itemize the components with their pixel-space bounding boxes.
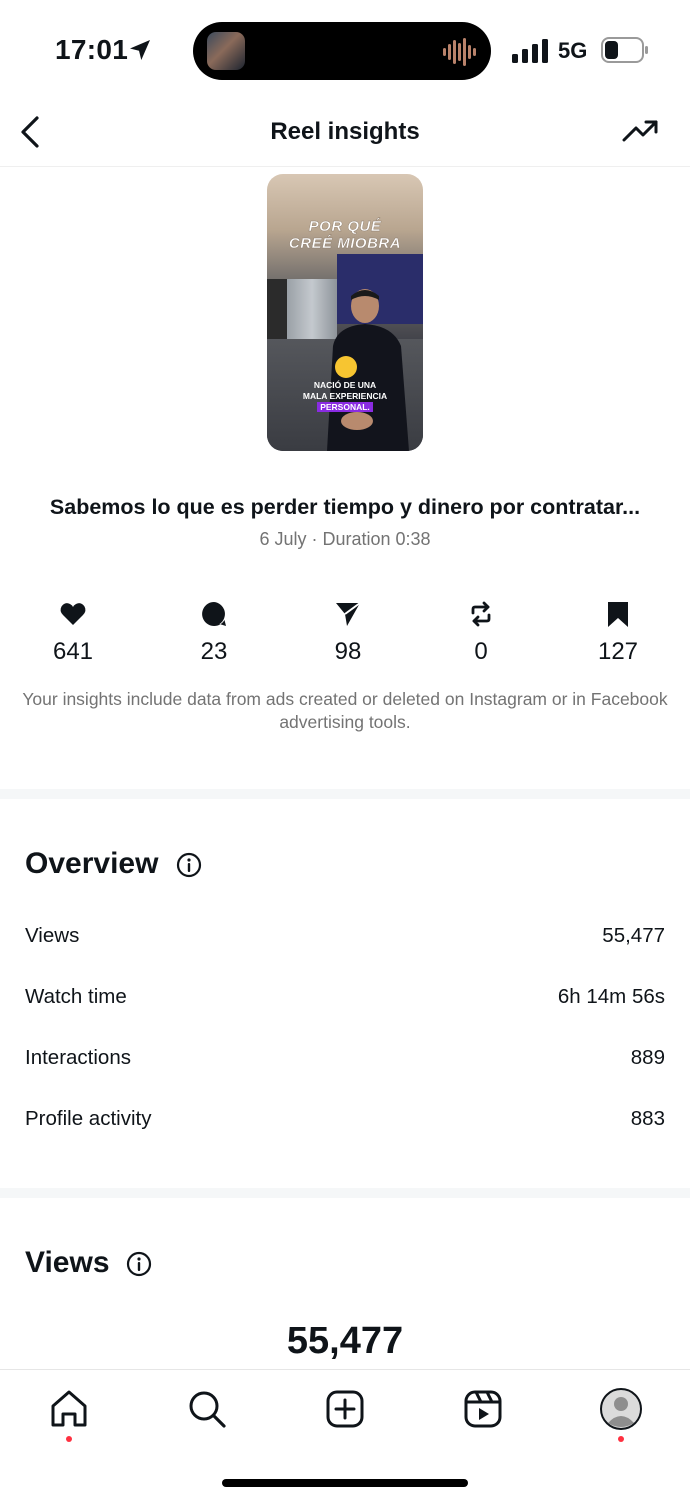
section-divider	[0, 789, 690, 799]
signal-icon	[512, 39, 548, 63]
status-bar: 17:01 5G	[0, 0, 690, 100]
profile-notification-dot	[618, 1436, 624, 1442]
home-icon	[51, 1390, 87, 1427]
stat-saves: 127	[568, 600, 668, 666]
nav-create[interactable]	[323, 1387, 367, 1431]
stat-likes: 641	[23, 600, 123, 666]
views-total: 55,477	[286, 1320, 404, 1362]
thumbnail-caption-line-2: MALA EXPERIENCIA	[302, 391, 388, 401]
row-label: Views	[25, 924, 80, 947]
page-title: Reel insights	[270, 118, 420, 145]
stat-comments: 23	[164, 600, 264, 666]
profile-icon	[600, 1388, 642, 1430]
audio-wave-icon	[443, 38, 476, 66]
insights-note: Your insights include data from ads crea…	[22, 689, 668, 732]
likes-count: 641	[52, 638, 94, 665]
send-icon	[336, 602, 361, 626]
row-value: 883	[630, 1107, 665, 1130]
create-icon	[326, 1390, 364, 1428]
stat-shares: 98	[298, 600, 398, 666]
views-section-title: Views	[25, 1246, 110, 1279]
row-value: 889	[630, 1046, 665, 1069]
reel-meta: 6 July · Duration 0:38	[259, 529, 431, 549]
engagement-stats: 641 23 98 0 127	[0, 600, 690, 670]
row-label: Interactions	[25, 1046, 131, 1069]
nav-home[interactable]	[47, 1387, 91, 1431]
overview-title: Overview	[25, 847, 159, 880]
bookmark-icon	[608, 602, 628, 627]
stat-reposts: 0	[431, 600, 531, 666]
row-value: 55,477	[602, 924, 665, 947]
thumbnail-oven	[267, 279, 287, 339]
nav-profile[interactable]	[599, 1387, 643, 1431]
dynamic-island[interactable]	[193, 22, 491, 80]
sad-face-emoji	[335, 356, 357, 378]
location-arrow-icon	[130, 40, 150, 60]
saves-count: 127	[597, 638, 639, 665]
home-indicator	[222, 1479, 468, 1487]
now-playing-artwork	[207, 32, 245, 70]
thumbnail-caption-highlight: PERSONAL.	[317, 402, 373, 412]
reel-caption: Sabemos lo que es perder tiempo y dinero…	[49, 495, 641, 519]
info-icon[interactable]	[176, 852, 202, 878]
shares-count: 98	[334, 638, 362, 665]
thumbnail-title-line-2: CREÉ MIOBRA	[288, 235, 402, 252]
reels-icon	[464, 1390, 502, 1428]
search-icon	[189, 1391, 226, 1428]
trend-icon[interactable]	[622, 118, 660, 146]
top-bar: Reel insights	[0, 100, 690, 167]
comments-count: 23	[200, 638, 228, 665]
nav-reels[interactable]	[461, 1387, 505, 1431]
section-divider	[0, 1188, 690, 1198]
repost-icon	[471, 601, 491, 627]
thumbnail-title-line-1: POR QUÉ	[308, 218, 382, 235]
thumbnail-caption: NACIÓ DE UNA MALA EXPERIENCIA PERSONAL.	[267, 380, 423, 413]
heart-icon	[60, 603, 86, 625]
row-value: 6h 14m 56s	[557, 985, 665, 1008]
battery-icon	[601, 37, 648, 63]
network-type: 5G	[558, 38, 588, 63]
reposts-count: 0	[474, 638, 488, 665]
reel-thumbnail[interactable]: POR QUÉ CREÉ MIOBRA NACIÓ DE UNA MALA EX…	[267, 174, 423, 451]
status-time: 17:01	[55, 34, 129, 65]
row-label: Profile activity	[25, 1107, 152, 1130]
row-label: Watch time	[25, 985, 127, 1008]
nav-search[interactable]	[185, 1387, 229, 1431]
thumbnail-title: POR QUÉ CREÉ MIOBRA	[267, 218, 423, 252]
comment-icon	[202, 602, 226, 626]
thumbnail-caption-line-1: NACIÓ DE UNA	[313, 380, 377, 390]
info-icon[interactable]	[126, 1251, 152, 1277]
home-notification-dot	[66, 1436, 72, 1442]
